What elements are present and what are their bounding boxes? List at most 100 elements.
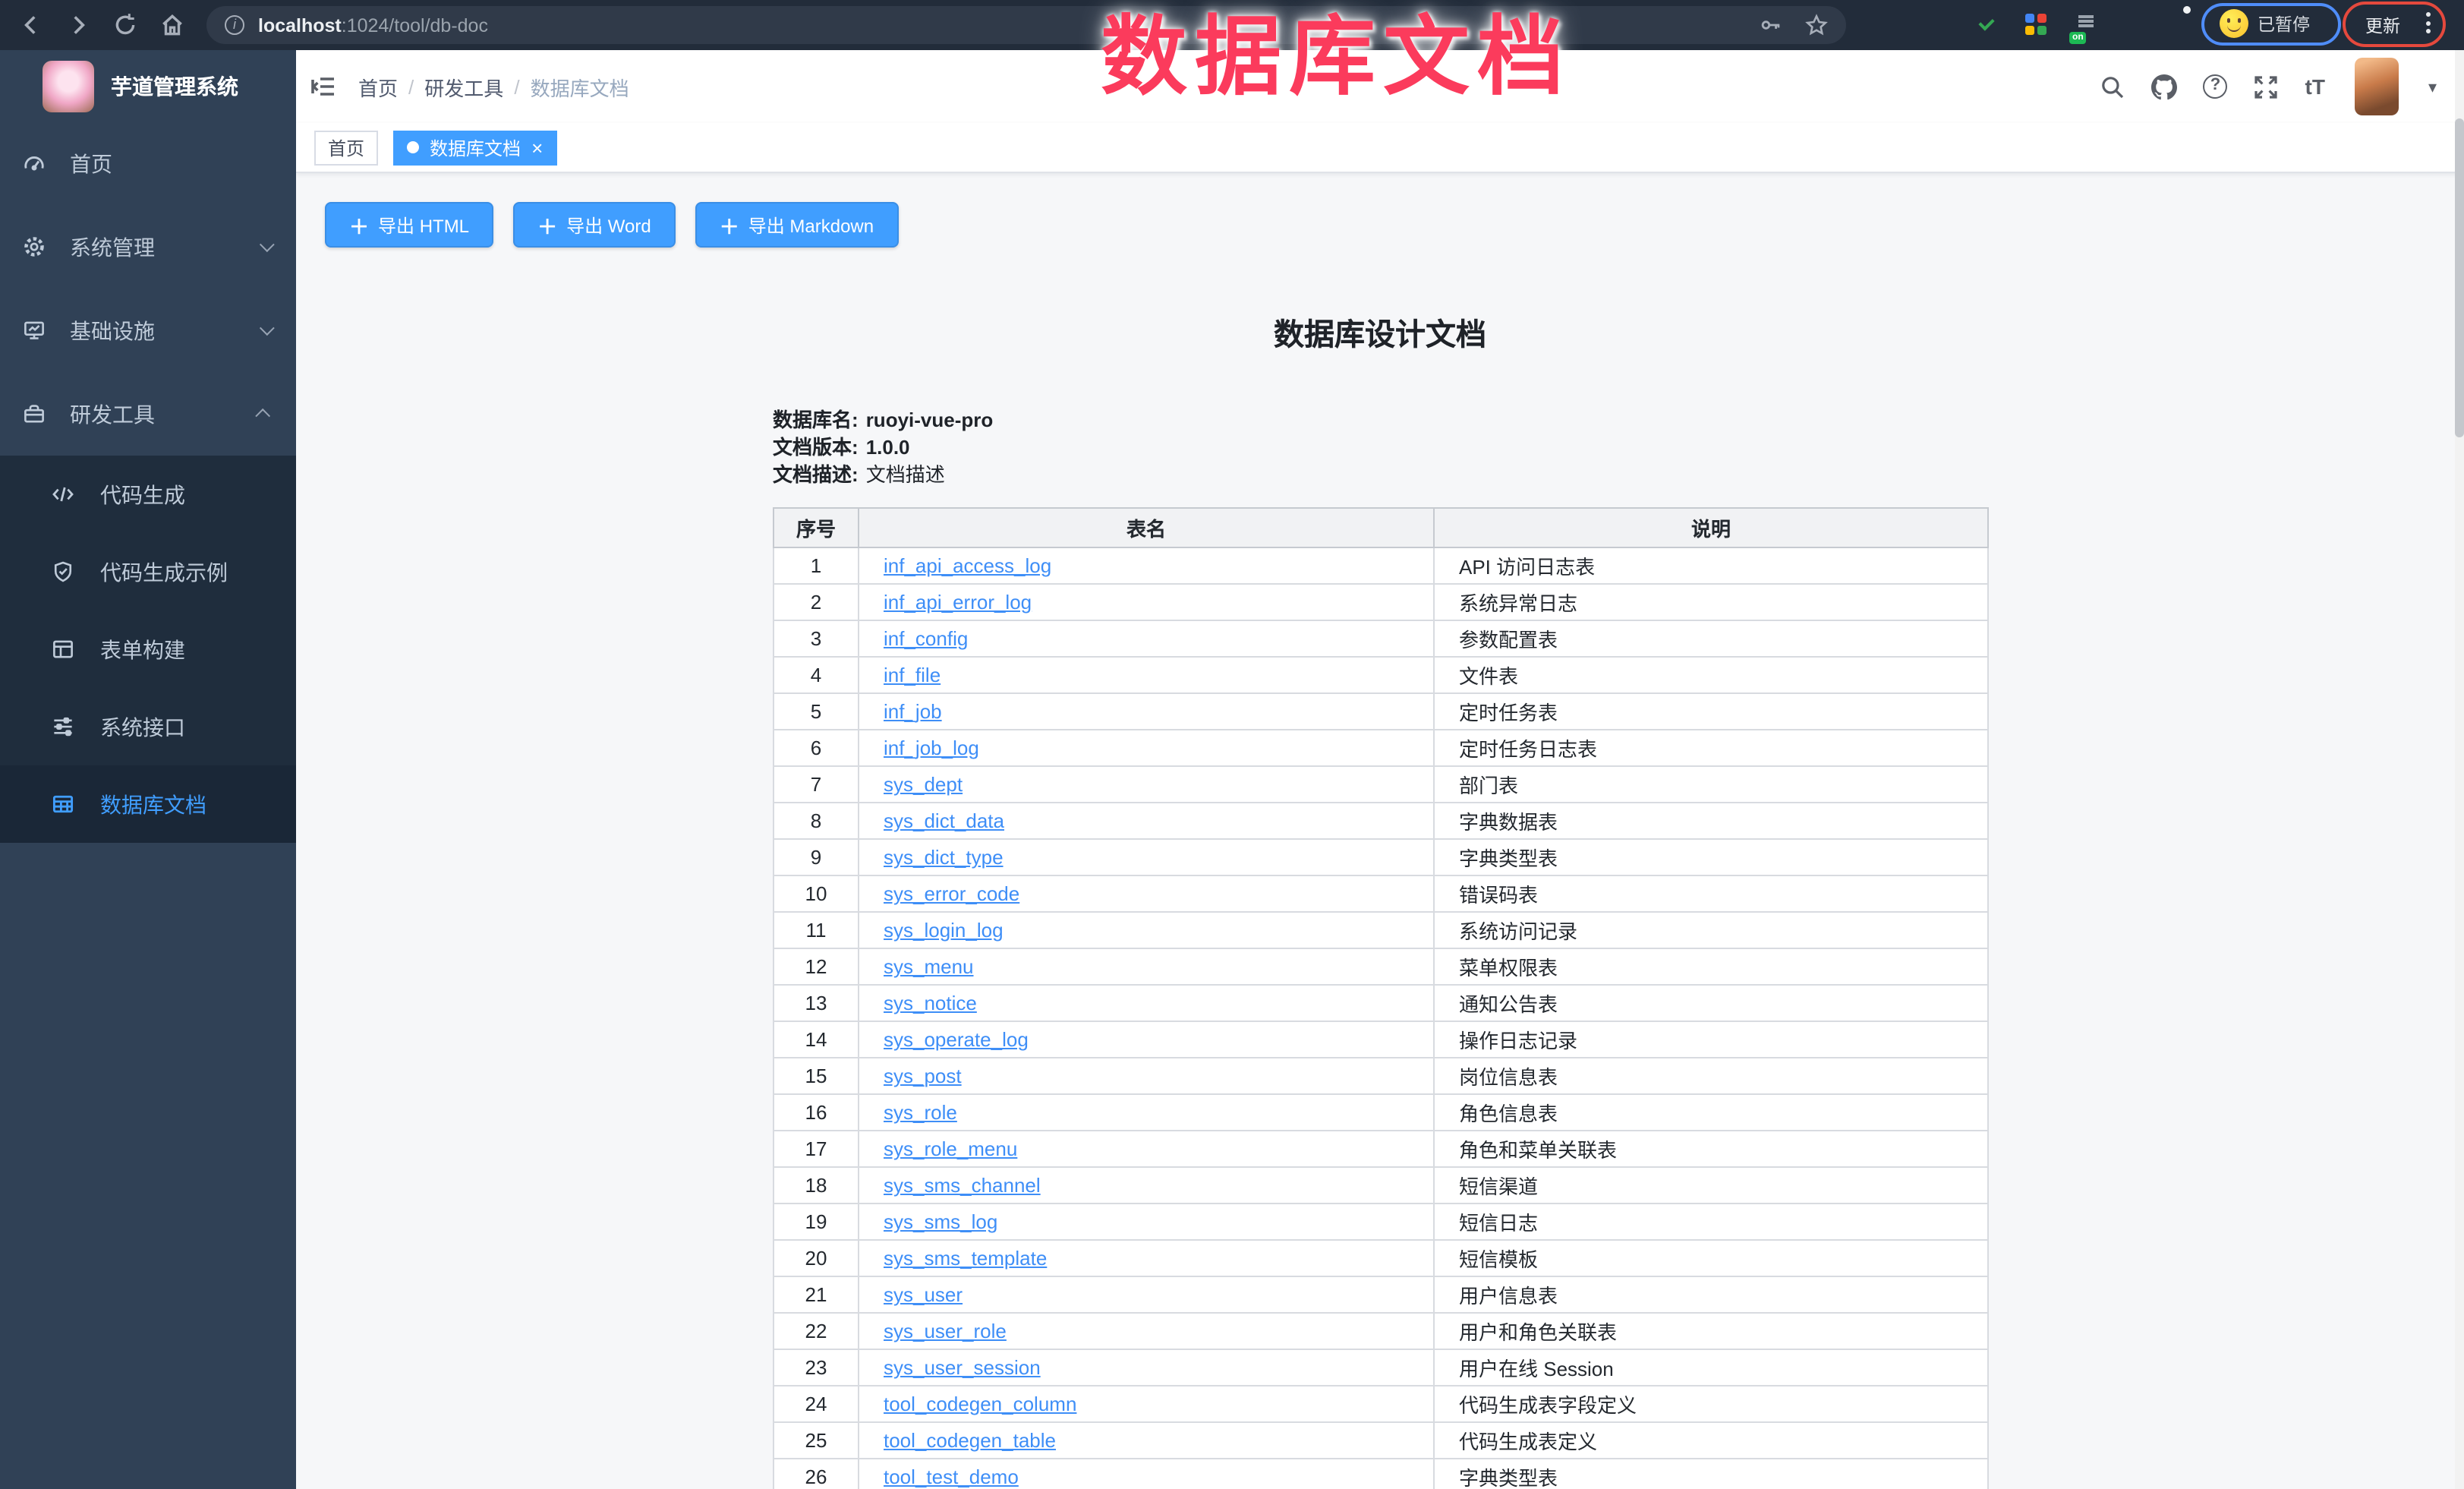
sidebar-item-home[interactable]: 首页 [0, 121, 296, 205]
breadcrumb-item[interactable]: 首页 [358, 72, 398, 101]
sidebar-collapse-icon[interactable] [310, 73, 337, 100]
profile-paused-badge[interactable]: 已暂停 [2220, 9, 2310, 38]
breadcrumb-item[interactable]: 研发工具 [424, 72, 503, 101]
search-icon[interactable] [2100, 74, 2126, 99]
chevron-down-icon[interactable]: ▾ [2428, 77, 2437, 96]
table-name-link[interactable]: inf_api_error_log [884, 591, 1032, 614]
table-name-link[interactable]: sys_user_role [884, 1320, 1007, 1342]
sidebar-subitem-form-builder[interactable]: 表单构建 [0, 610, 296, 688]
browser-back-icon[interactable] [18, 12, 44, 38]
row-table-name-cell: sys_post [859, 1058, 1434, 1094]
table-name-link[interactable]: sys_notice [884, 992, 977, 1014]
table-row: 11sys_login_log系统访问记录 [774, 912, 1988, 948]
plus-icon: ＋ [720, 210, 739, 239]
font-size-icon[interactable]: tT [2305, 74, 2325, 99]
table-row: 23sys_user_session用户在线 Session [774, 1349, 1988, 1386]
table-name-link[interactable]: sys_sms_log [884, 1210, 997, 1233]
row-table-name-cell: sys_notice [859, 985, 1434, 1021]
breadcrumb-item: 数据库文档 [531, 72, 629, 101]
browser-update-button[interactable]: 更新 [2365, 14, 2400, 38]
table-name-link[interactable]: sys_role_menu [884, 1137, 1017, 1160]
table-body: 1inf_api_access_logAPI 访问日志表2inf_api_err… [774, 547, 1988, 1489]
table-name-link[interactable]: sys_role [884, 1101, 957, 1124]
table-name-link[interactable]: sys_dict_data [884, 809, 1004, 832]
table-column-header: 表名 [859, 508, 1434, 547]
extension-proxy-on-icon[interactable]: on [2072, 11, 2100, 38]
row-index: 8 [774, 803, 859, 839]
user-avatar[interactable] [2355, 58, 2399, 115]
extension-pin-icon[interactable] [1922, 11, 1949, 38]
table-name-link[interactable]: sys_menu [884, 955, 974, 978]
export-button-label: 导出 HTML [378, 212, 469, 238]
close-icon[interactable]: × [531, 137, 543, 157]
row-description: 系统访问记录 [1434, 912, 1988, 948]
github-icon[interactable] [2152, 74, 2178, 99]
url-text[interactable]: localhost:1024/tool/db-doc [258, 14, 488, 36]
sidebar-subitem-codegen-example[interactable]: 代码生成示例 [0, 533, 296, 610]
table-name-link[interactable]: tool_test_demo [884, 1465, 1019, 1488]
extensions-puzzle-icon[interactable] [2173, 11, 2200, 38]
tag-0[interactable]: 首页 [314, 130, 378, 165]
extension-check-icon[interactable] [1972, 11, 1999, 38]
table-name-link[interactable]: sys_dict_type [884, 846, 1004, 869]
row-table-name-cell: sys_menu [859, 948, 1434, 985]
table-name-link[interactable]: tool_codegen_table [884, 1429, 1056, 1452]
table-name-link[interactable]: inf_config [884, 627, 968, 650]
table-name-link[interactable]: sys_post [884, 1065, 962, 1087]
table-name-link[interactable]: sys_operate_log [884, 1028, 1029, 1051]
row-index: 19 [774, 1204, 859, 1240]
sidebar-item-system-mgmt[interactable]: 系统管理 [0, 205, 296, 289]
browser-forward-icon[interactable] [65, 12, 91, 38]
browser-home-icon[interactable] [159, 12, 185, 38]
sidebar-item-dev-tools[interactable]: 研发工具 [0, 372, 296, 456]
row-table-name-cell: inf_job [859, 693, 1434, 730]
app-root: i localhost:1024/tool/db-doc on [0, 0, 2464, 1489]
table-name-link[interactable]: sys_user_session [884, 1356, 1041, 1379]
tags-view: 首页数据库文档× [296, 123, 2464, 173]
table-name-link[interactable]: tool_codegen_column [884, 1393, 1076, 1415]
export-button-0[interactable]: ＋导出 HTML [325, 202, 493, 248]
table-name-link[interactable]: sys_user [884, 1283, 963, 1306]
table-name-link[interactable]: sys_login_log [884, 919, 1004, 942]
document-meta: 数据库名:ruoyi-vue-pro文档版本:1.0.0文档描述:文档描述 [773, 407, 1987, 489]
extension-leaf-icon[interactable] [2122, 11, 2150, 38]
table-name-link[interactable]: sys_error_code [884, 882, 1019, 905]
scrollbar-thumb[interactable] [2455, 118, 2464, 437]
fullscreen-icon[interactable] [2254, 74, 2280, 99]
browser-reload-icon[interactable] [112, 12, 138, 38]
sidebar-logo[interactable]: 芋道管理系统 [0, 50, 296, 121]
help-icon[interactable]: ? [2204, 74, 2228, 99]
row-description: 系统异常日志 [1434, 584, 1988, 620]
sidebar-subitem-label: 数据库文档 [100, 789, 206, 819]
table-row: 3inf_config参数配置表 [774, 620, 1988, 657]
export-button-2[interactable]: ＋ 导出 Markdown [695, 202, 898, 248]
sidebar-item-label: 研发工具 [70, 399, 260, 429]
sidebar-subitem-system-api[interactable]: 系统接口 [0, 688, 296, 765]
sidebar-subitem-db-doc[interactable]: 数据库文档 [0, 765, 296, 843]
table-name-link[interactable]: inf_job [884, 700, 942, 723]
table-name-link[interactable]: inf_job_log [884, 737, 979, 759]
site-info-icon[interactable]: i [225, 15, 244, 35]
table-name-link[interactable]: sys_sms_template [884, 1247, 1047, 1270]
row-table-name-cell: tool_codegen_table [859, 1422, 1434, 1459]
extension-orange-icon[interactable] [1872, 11, 1899, 38]
bookmark-star-icon[interactable] [1805, 14, 1828, 36]
export-button-1[interactable]: ＋导出 Word [513, 202, 676, 248]
extension-grid-icon[interactable] [2022, 11, 2050, 38]
sidebar-item-label: 系统管理 [70, 232, 260, 262]
table-name-link[interactable]: sys_sms_channel [884, 1174, 1041, 1197]
gear-icon [23, 235, 46, 258]
breadcrumb: 首页/研发工具/数据库文档 [358, 72, 629, 101]
table-name-link[interactable]: sys_dept [884, 773, 963, 796]
table-name-link[interactable]: inf_file [884, 664, 941, 686]
sidebar-subitem-codegen[interactable]: 代码生成 [0, 456, 296, 533]
password-key-icon[interactable] [1760, 14, 1782, 36]
tag-active[interactable]: 数据库文档× [393, 130, 556, 165]
breadcrumb-separator: / [514, 75, 519, 98]
export-button-label: 导出 Markdown [748, 212, 874, 238]
address-bar[interactable]: i localhost:1024/tool/db-doc [206, 6, 1846, 44]
sidebar-item-infrastructure[interactable]: 基础设施 [0, 289, 296, 372]
browser-menu-icon[interactable] [2425, 12, 2431, 38]
table-name-link[interactable]: inf_api_access_log [884, 554, 1051, 577]
page-scrollbar[interactable] [2455, 50, 2464, 1489]
